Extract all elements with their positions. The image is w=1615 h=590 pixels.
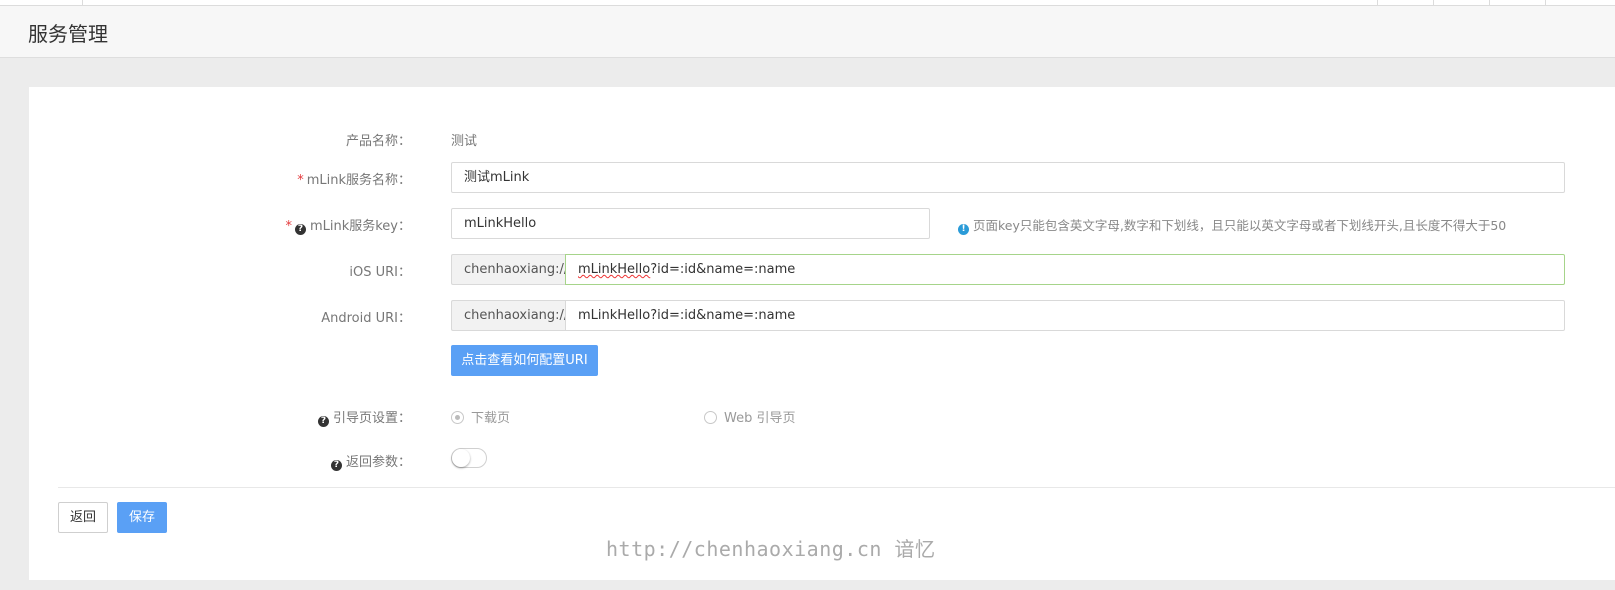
android-uri-input[interactable]: mLinkHello?id=:id&name=:name xyxy=(565,300,1565,331)
radio-unchecked-icon xyxy=(704,411,717,424)
ios-uri-label: iOS URI： xyxy=(349,265,411,280)
return-params-label-text: 返回参数： xyxy=(345,455,411,470)
required-mark: * xyxy=(285,219,292,234)
info-circle-icon: ! xyxy=(958,224,969,235)
ios-uri-prefix: chenhaoxiang:// xyxy=(451,254,568,285)
watermark: http://chenhaoxiang.cn 谙忆 xyxy=(606,537,936,561)
mlink-key-hint-text: 页面key只能包含英文字母,数字和下划线，且只能以英文字母或者下划线开头,且长度… xyxy=(973,218,1507,233)
radio-download-label: 下载页 xyxy=(471,411,511,426)
radio-checked-icon xyxy=(451,411,464,424)
toggle-knob xyxy=(452,449,470,467)
form-divider xyxy=(58,487,1615,488)
page-header: 服务管理 xyxy=(0,6,1615,58)
return-params-toggle[interactable] xyxy=(451,448,487,468)
mlink-key-label: *? mLink服务key： xyxy=(285,215,411,235)
mlink-key-label-text: mLink服务key： xyxy=(309,219,411,234)
guide-page-label: ? 引导页设置： xyxy=(317,407,411,427)
android-uri-prefix: chenhaoxiang:// xyxy=(451,300,568,331)
mlink-key-hint: ! 页面key只能包含英文字母,数字和下划线，且只能以英文字母或者下划线开头,且长… xyxy=(958,215,1506,235)
product-name-value: 测试 xyxy=(451,134,478,149)
android-uri-label: Android URI： xyxy=(321,311,411,326)
mlink-key-input[interactable]: mLinkHello xyxy=(451,208,930,239)
form-panel: 产品名称： 测试 * mLink服务名称： 测试mLink *? mLink服务ke… xyxy=(29,87,1615,580)
ios-uri-value-rest: ?id=:id&name=:name xyxy=(650,262,796,277)
save-button[interactable]: 保存 xyxy=(117,502,167,533)
question-circle-icon[interactable]: ? xyxy=(317,416,329,427)
required-mark: * xyxy=(297,173,304,188)
radio-web-label: Web 引导页 xyxy=(724,411,796,426)
question-circle-icon[interactable]: ? xyxy=(294,224,306,235)
guide-page-label-text: 引导页设置： xyxy=(332,411,411,426)
mlink-name-label-text: mLink服务名称： xyxy=(306,173,411,188)
page-title: 服务管理 xyxy=(28,22,108,46)
back-button[interactable]: 返回 xyxy=(58,502,108,533)
product-name-label: 产品名称： xyxy=(345,134,411,149)
config-uri-button[interactable]: 点击查看如何配置URI xyxy=(451,345,598,376)
return-params-label: ? 返回参数： xyxy=(330,451,411,471)
mlink-name-input[interactable]: 测试mLink xyxy=(451,162,1565,193)
question-circle-icon[interactable]: ? xyxy=(330,460,342,471)
ios-uri-value-main: mLinkHello xyxy=(578,262,651,277)
ios-uri-input[interactable]: mLinkHello?id=:id&name=:name xyxy=(565,254,1565,285)
radio-download-page[interactable]: 下载页 xyxy=(451,407,510,426)
mlink-name-label: * mLink服务名称： xyxy=(297,169,411,188)
radio-web-guide-page[interactable]: Web 引导页 xyxy=(704,407,795,426)
